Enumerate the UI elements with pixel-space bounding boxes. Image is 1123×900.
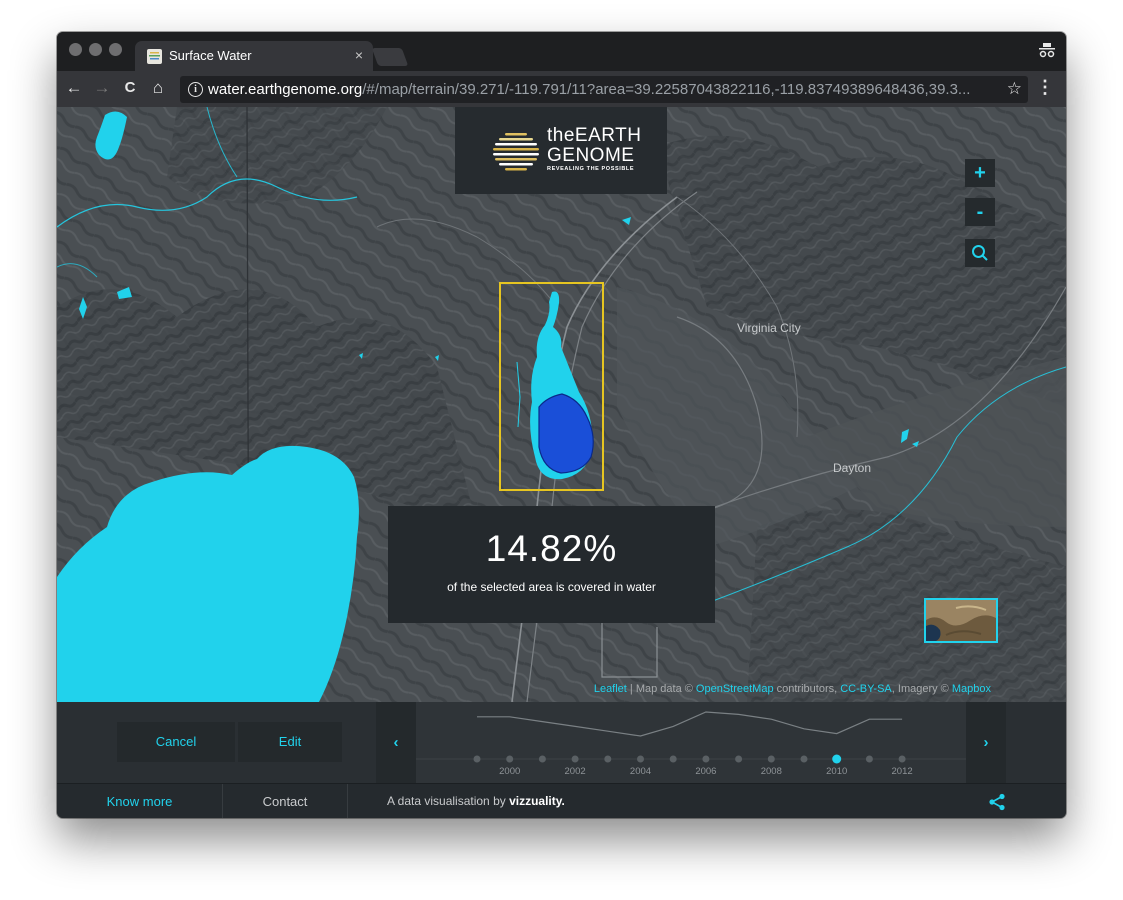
timeline-year-dot[interactable]	[800, 755, 808, 763]
zoom-in-button[interactable]: +	[965, 159, 995, 187]
timeline-year-dot[interactable]	[538, 755, 546, 763]
logo-line2: GENOME	[547, 145, 635, 166]
forward-button[interactable]: →	[91, 77, 113, 99]
timeline-panel: Cancel Edit ‹ 2000 2002 2004 2006 2008 2010 20…	[57, 702, 1066, 783]
browser-menu-icon[interactable]: ⋮	[1036, 77, 1054, 98]
place-label-dayton: Dayton	[833, 461, 872, 475]
timeline-year-dot[interactable]	[571, 755, 579, 763]
water-coverage-value: 14.82%	[485, 528, 618, 569]
incognito-icon	[1038, 42, 1056, 63]
timeline-year-dot[interactable]	[506, 755, 514, 763]
timeline-year-dot[interactable]	[735, 755, 743, 763]
timeline-year-label: 2010	[826, 766, 847, 777]
osm-link[interactable]: OpenStreetMap	[696, 683, 774, 695]
address-bar[interactable]: i water.earthgenome.org/#/map/terrain/39…	[180, 76, 1028, 103]
timeline-year-label: 2000	[499, 766, 520, 777]
cancel-button[interactable]: Cancel	[117, 722, 235, 762]
timeline-year-dot[interactable]	[702, 755, 710, 763]
maximize-window-button[interactable]	[109, 43, 122, 56]
timeline-year-label: 2008	[761, 766, 782, 777]
earth-genome-logo-icon	[491, 131, 541, 176]
tab-strip: Surface Water ×	[57, 32, 1066, 71]
info-icon[interactable]: i	[188, 82, 203, 97]
mapbox-link[interactable]: Mapbox	[952, 683, 991, 695]
footer-bar: Know more Contact A data visualisation b…	[57, 783, 1066, 818]
timeline-chart[interactable]: 2000 2002 2004 2006 2008 2010 2012	[416, 702, 966, 783]
reload-button[interactable]: C	[119, 77, 141, 99]
timeline-trend-line	[477, 711, 903, 737]
leaflet-link[interactable]: Leaflet	[594, 683, 627, 695]
bookmark-star-icon[interactable]: ☆	[1007, 79, 1022, 99]
place-label-virginia-city: Virginia City	[737, 321, 801, 335]
timeline-year-label: 2006	[695, 766, 716, 777]
timeline-year-dot[interactable]	[637, 755, 644, 763]
tab-close-icon[interactable]: ×	[355, 47, 363, 63]
search-button[interactable]	[965, 239, 995, 267]
basemap-toggle-thumbnail[interactable]	[924, 598, 998, 643]
tab-surface-water[interactable]: Surface Water ×	[135, 41, 373, 71]
timeline-year-dot[interactable]	[669, 755, 677, 763]
logo-line1: theEARTH	[547, 125, 642, 146]
edit-button[interactable]: Edit	[238, 722, 342, 762]
water-coverage-caption: of the selected area is covered in water	[447, 580, 656, 594]
timeline-year-dot[interactable]	[898, 755, 906, 763]
zoom-out-button[interactable]: -	[965, 198, 995, 226]
timeline-year-dot[interactable]	[604, 755, 612, 763]
timeline-year-dot[interactable]	[767, 755, 775, 763]
timeline-year-dot[interactable]	[473, 755, 481, 763]
timeline-year-label: 2004	[630, 766, 651, 777]
tab-title: Surface Water	[169, 48, 252, 63]
close-window-button[interactable]	[69, 43, 82, 56]
earth-genome-logo[interactable]: theEARTH GENOME REVEALING THE POSSIBLE	[455, 107, 667, 194]
minimize-window-button[interactable]	[89, 43, 102, 56]
water-coverage-panel: 14.82% of the selected area is covered i…	[388, 506, 715, 623]
share-button[interactable]	[988, 793, 1006, 816]
timeline-year-dot-selected[interactable]	[832, 754, 842, 764]
footer-divider	[347, 784, 348, 818]
map-attribution: Leaflet | Map data © OpenStreetMap contr…	[593, 683, 991, 695]
timeline-next-button[interactable]: ›	[966, 702, 1006, 783]
timeline-graph: 2000 2002 2004 2006 2008 2010 2012	[416, 711, 966, 777]
browser-toolbar: ← → C ⌂ i water.earthgenome.org/#/map/te…	[57, 71, 1066, 107]
license-link[interactable]: CC-BY-SA	[840, 683, 892, 695]
credit-text: A data visualisation by vizzuality.	[387, 794, 565, 808]
home-button[interactable]: ⌂	[147, 77, 169, 99]
favicon-icon	[147, 49, 162, 64]
browser-window: Surface Water × ← → C ⌂ i water.earthgen…	[57, 32, 1066, 818]
know-more-link[interactable]: Know more	[57, 784, 222, 818]
timeline-year-label: 2002	[565, 766, 586, 777]
timeline-prev-button[interactable]: ‹	[376, 702, 416, 783]
new-tab-button[interactable]	[371, 48, 409, 66]
vizzuality-link[interactable]: vizzuality.	[509, 794, 565, 808]
search-icon	[972, 245, 988, 261]
contact-link[interactable]: Contact	[223, 784, 347, 818]
logo-tagline: REVEALING THE POSSIBLE	[547, 166, 635, 172]
timeline-year-dot[interactable]	[865, 755, 873, 763]
url-text[interactable]: water.earthgenome.org/#/map/terrain/39.2…	[208, 81, 1003, 98]
back-button[interactable]: ←	[63, 77, 85, 99]
timeline-year-label: 2012	[892, 766, 913, 777]
map-view[interactable]: theEARTH GENOME REVEALING THE POSSIBLE +…	[57, 107, 1066, 702]
share-icon	[989, 793, 1005, 811]
